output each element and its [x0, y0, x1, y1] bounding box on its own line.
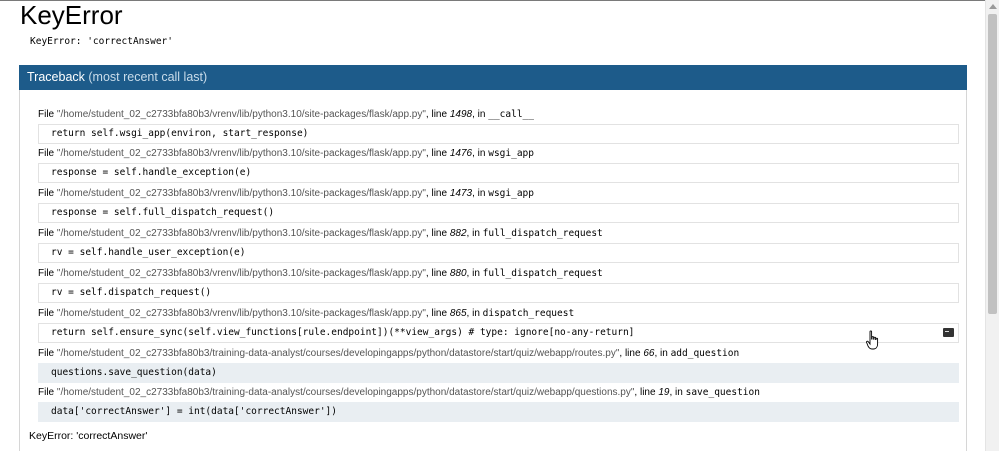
- traceback-frame: File "/home/student_02_c2733bfa80b3/vren…: [38, 145, 959, 183]
- in-label: in: [477, 109, 486, 120]
- line-label: line: [431, 148, 448, 159]
- traceback-title: Traceback: [27, 70, 85, 84]
- in-label: in: [472, 268, 480, 279]
- error-message: KeyError: 'correctAnswer': [30, 36, 173, 47]
- frame-location: File "/home/student_02_c2733bfa80b3/vren…: [38, 268, 603, 279]
- frame-line-number: 880: [449, 268, 467, 279]
- file-label: File: [38, 228, 55, 239]
- traceback-frame-app: File "/home/student_02_c2733bfa80b3/trai…: [38, 345, 959, 383]
- traceback-frame: File "/home/student_02_c2733bfa80b3/vren…: [38, 305, 959, 343]
- frame-code-text: return self.ensure_sync(self.view_functi…: [51, 327, 635, 338]
- in-label: in: [660, 348, 668, 359]
- frame-function: add_question: [670, 348, 740, 359]
- file-label: File: [38, 308, 55, 319]
- frame-function: wsgi_app: [488, 148, 534, 159]
- line-label: line: [431, 109, 448, 120]
- line-label: line: [431, 268, 448, 279]
- frame-function: save_question: [685, 387, 760, 398]
- frame-line-number: 1476: [449, 148, 473, 159]
- traceback-header: Traceback (most recent call last): [19, 65, 967, 90]
- console-icon[interactable]: [943, 328, 954, 337]
- line-label: line: [431, 228, 448, 239]
- frame-filename: "/home/student_02_c2733bfa80b3/vrenv/lib…: [56, 148, 426, 159]
- frame-line-number: 1473: [449, 188, 473, 199]
- line-label: line: [431, 308, 448, 319]
- frame-code-line[interactable]: rv = self.dispatch_request(): [38, 283, 959, 303]
- line-label: line: [431, 188, 448, 199]
- frame-filename: "/home/student_02_c2733bfa80b3/vrenv/lib…: [56, 228, 426, 239]
- frame-code-line[interactable]: return self.ensure_sync(self.view_functi…: [38, 323, 959, 343]
- in-label: in: [472, 308, 480, 319]
- frame-location: File "/home/student_02_c2733bfa80b3/vren…: [38, 188, 534, 199]
- frame-filename: "/home/student_02_c2733bfa80b3/vrenv/lib…: [56, 109, 426, 120]
- frame-location: File "/home/student_02_c2733bfa80b3/vren…: [38, 109, 534, 120]
- frame-filename: "/home/student_02_c2733bfa80b3/training-…: [56, 387, 635, 398]
- traceback-frame: File "/home/student_02_c2733bfa80b3/vren…: [38, 185, 959, 223]
- file-label: File: [38, 348, 55, 359]
- frame-filename: "/home/student_02_c2733bfa80b3/vrenv/lib…: [56, 188, 426, 199]
- in-label: in: [477, 188, 486, 199]
- error-page: KeyError KeyError: 'correctAnswer' Trace…: [0, 0, 985, 451]
- frame-location: File "/home/student_02_c2733bfa80b3/vren…: [38, 148, 534, 159]
- line-label: line: [624, 348, 641, 359]
- frame-code-line[interactable]: response = self.handle_exception(e): [38, 163, 959, 183]
- frame-function: dispatch_request: [482, 308, 575, 319]
- frame-code-line[interactable]: rv = self.handle_user_exception(e): [38, 243, 959, 263]
- traceback-subtitle: (most recent call last): [88, 70, 208, 84]
- frame-code-line[interactable]: response = self.full_dispatch_request(): [38, 203, 959, 223]
- in-label: in: [675, 387, 683, 398]
- frame-filename: "/home/student_02_c2733bfa80b3/vrenv/lib…: [56, 308, 426, 319]
- traceback-frame: File "/home/student_02_c2733bfa80b3/vren…: [38, 106, 959, 144]
- frame-code-line[interactable]: return self.wsgi_app(environ, start_resp…: [38, 124, 959, 144]
- frame-function: full_dispatch_request: [482, 228, 603, 239]
- frame-location: File "/home/student_02_c2733bfa80b3/trai…: [38, 348, 740, 359]
- hand-pointer-icon: [866, 330, 879, 350]
- frame-function: __call__: [488, 109, 534, 120]
- frame-location: File "/home/student_02_c2733bfa80b3/vren…: [38, 308, 575, 319]
- frame-line-number: 19: [658, 387, 670, 398]
- file-label: File: [38, 387, 55, 398]
- in-label: in: [477, 148, 486, 159]
- frame-line-number: 865: [449, 308, 467, 319]
- frame-function: wsgi_app: [488, 188, 534, 199]
- frame-code-line[interactable]: questions.save_question(data): [38, 363, 959, 383]
- line-label: line: [639, 387, 656, 398]
- frame-line-number: 1498: [449, 109, 473, 120]
- frame-code-line[interactable]: data['correctAnswer'] = int(data['correc…: [38, 402, 959, 422]
- frame-filename: "/home/student_02_c2733bfa80b3/training-…: [56, 348, 620, 359]
- traceback-frame-app: File "/home/student_02_c2733bfa80b3/trai…: [38, 384, 959, 422]
- footer-error-message: KeyError: 'correctAnswer': [29, 430, 148, 442]
- frame-function: full_dispatch_request: [482, 268, 603, 279]
- frame-location: File "/home/student_02_c2733bfa80b3/vren…: [38, 228, 603, 239]
- page-title: KeyError: [20, 0, 123, 30]
- frame-filename: "/home/student_02_c2733bfa80b3/vrenv/lib…: [56, 268, 426, 279]
- scrollbar-thumb[interactable]: [988, 14, 997, 314]
- frame-line-number: 882: [449, 228, 467, 239]
- in-label: in: [472, 228, 480, 239]
- frame-location: File "/home/student_02_c2733bfa80b3/trai…: [38, 387, 760, 398]
- vertical-scrollbar[interactable]: [985, 0, 999, 451]
- file-label: File: [38, 268, 55, 279]
- traceback-frame: File "/home/student_02_c2733bfa80b3/vren…: [38, 265, 959, 303]
- frame-line-number: 66: [643, 348, 655, 359]
- scroll-up-arrow-icon[interactable]: [989, 4, 997, 9]
- file-label: File: [38, 148, 55, 159]
- file-label: File: [38, 188, 55, 199]
- file-label: File: [38, 109, 55, 120]
- traceback-frame: File "/home/student_02_c2733bfa80b3/vren…: [38, 225, 959, 263]
